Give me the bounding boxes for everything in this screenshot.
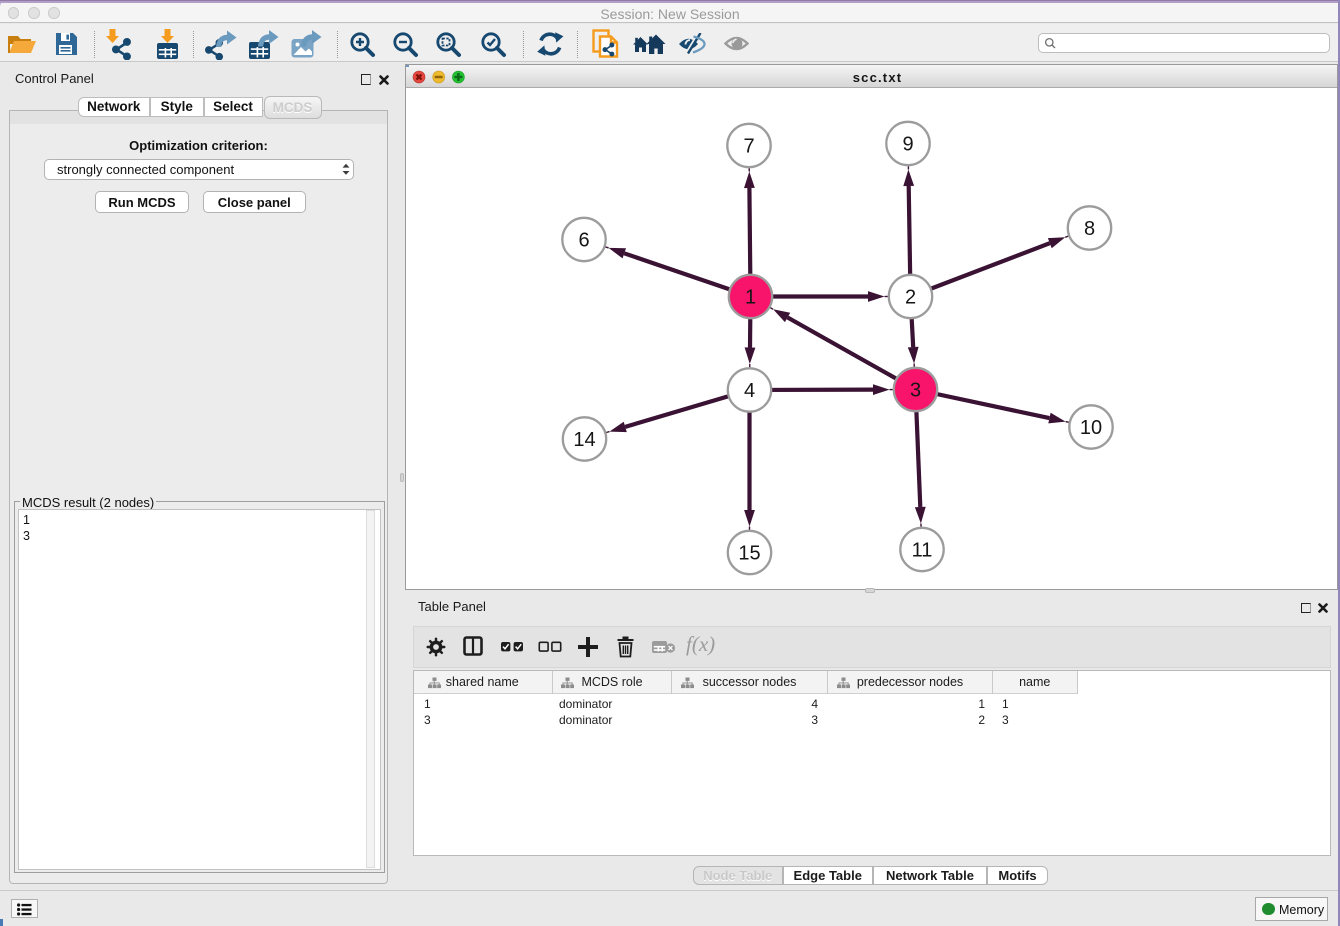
svg-text:8: 8	[1084, 218, 1095, 240]
svg-text:2: 2	[905, 287, 916, 309]
svg-text:6: 6	[578, 230, 589, 252]
svg-text:15: 15	[738, 543, 760, 565]
svg-text:11: 11	[912, 540, 933, 562]
svg-text:10: 10	[1080, 417, 1102, 439]
svg-text:4: 4	[744, 380, 755, 402]
svg-text:1: 1	[745, 287, 756, 309]
svg-text:14: 14	[573, 429, 595, 451]
svg-text:7: 7	[743, 136, 754, 158]
svg-text:3: 3	[910, 380, 921, 402]
svg-text:9: 9	[902, 134, 913, 156]
